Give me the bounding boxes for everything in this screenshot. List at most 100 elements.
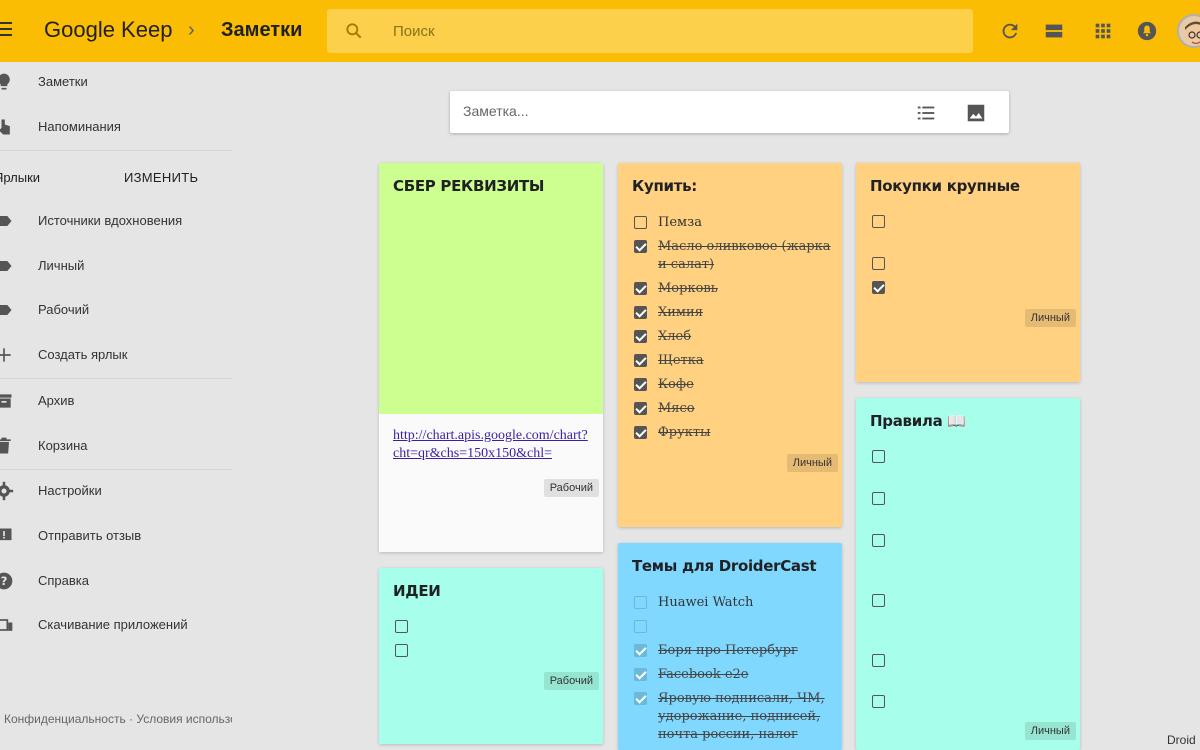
- list-item-text[interactable]: Хлеб: [658, 328, 833, 346]
- note-card-sber[interactable]: СБЕР РЕКВИЗИТЫ http://chart.apis.google.…: [379, 163, 603, 552]
- search-input[interactable]: [393, 21, 933, 41]
- sidebar-item-label: Создать ярлык: [38, 347, 128, 362]
- list-item-text[interactable]: Фрукты: [658, 424, 833, 442]
- sidebar-item-label: Напоминания: [38, 119, 121, 134]
- gear-icon: [0, 481, 14, 501]
- refresh-icon[interactable]: [999, 20, 1021, 42]
- note-title: Правила 📖: [870, 412, 966, 430]
- checkbox[interactable]: [872, 534, 885, 547]
- checkbox-checked[interactable]: [634, 644, 647, 657]
- list-item-text[interactable]: Морковь: [658, 280, 833, 298]
- apps-grid-icon[interactable]: [1092, 20, 1114, 42]
- labels-heading: Ярлыки: [0, 170, 41, 185]
- list-item-text[interactable]: Щетка: [658, 352, 833, 370]
- sidebar-item-label: Скачивание приложений: [38, 617, 188, 632]
- sidebar-item-personal[interactable]: Личный: [0, 246, 232, 286]
- note-card-big-purchases[interactable]: Покупки крупные Личный: [856, 163, 1080, 382]
- checkbox-checked[interactable]: [634, 330, 647, 343]
- navigation-drawer: Заметки Напоминания Ярлыки ИЗМЕНИТЬ Исто…: [0, 62, 240, 750]
- label-chip[interactable]: Рабочий: [543, 672, 599, 690]
- label-icon: [0, 305, 12, 315]
- take-note-placeholder[interactable]: Заметка...: [463, 103, 529, 119]
- checkbox-checked[interactable]: [634, 402, 647, 415]
- avatar-face-icon: [1185, 21, 1200, 46]
- search-icon[interactable]: [344, 21, 364, 41]
- list-item-text[interactable]: Химия: [658, 304, 833, 322]
- checkbox[interactable]: [872, 695, 885, 708]
- sidebar-item-feedback[interactable]: Отправить отзыв: [0, 516, 232, 556]
- checkbox[interactable]: [872, 450, 885, 463]
- checkbox[interactable]: [872, 492, 885, 505]
- sidebar-item-download-apps[interactable]: Скачивание приложений: [0, 605, 232, 645]
- checkbox[interactable]: [872, 594, 885, 607]
- account-avatar[interactable]: [1177, 14, 1200, 48]
- note-title: ИДЕИ: [393, 582, 441, 600]
- list-item-text[interactable]: Мясо: [658, 400, 833, 418]
- checkbox[interactable]: [395, 644, 408, 657]
- label-chip[interactable]: Личный: [786, 454, 838, 472]
- checkbox[interactable]: [634, 620, 647, 633]
- list-item-text[interactable]: Пемза: [658, 214, 833, 232]
- checkbox-checked[interactable]: [634, 240, 647, 253]
- list-item-text[interactable]: Масло оливковое (жарка и салат): [658, 238, 833, 274]
- new-list-icon[interactable]: [915, 102, 937, 124]
- image-icon[interactable]: [965, 102, 987, 124]
- reminder-icon: [0, 119, 10, 135]
- label-chip[interactable]: Личный: [1024, 722, 1076, 740]
- sidebar-item-reminders[interactable]: Напоминания: [0, 107, 232, 147]
- label-chip[interactable]: Личный: [1024, 309, 1076, 327]
- list-item-text[interactable]: Яровую подписали, ЧМ, удорожание, подпис…: [658, 690, 833, 744]
- list-item-text[interactable]: Facebook e2e: [658, 666, 833, 684]
- label-icon: [0, 216, 12, 226]
- divider: [0, 378, 232, 379]
- sidebar-item-label: Рабочий: [38, 302, 90, 317]
- checkbox[interactable]: [395, 620, 408, 633]
- sidebar-item-archive[interactable]: Архив: [0, 381, 232, 421]
- sidebar-item-inspiration[interactable]: Источники вдохновения: [0, 201, 232, 241]
- svg-text:?: ?: [1, 574, 8, 588]
- sidebar-item-label: Архив: [38, 393, 75, 408]
- checkbox[interactable]: [872, 654, 885, 667]
- checkbox[interactable]: [872, 257, 885, 270]
- note-card-droidercast[interactable]: Темы для DroiderCast Huawei Watch Боря п…: [618, 543, 842, 750]
- page-title: Заметки: [221, 19, 303, 41]
- checkbox-checked[interactable]: [634, 282, 647, 295]
- checkbox-checked[interactable]: [634, 354, 647, 367]
- feedback-icon: [0, 528, 12, 541]
- sidebar-item-settings[interactable]: Настройки: [0, 471, 232, 511]
- search-bar[interactable]: [327, 9, 973, 53]
- note-card-rules[interactable]: Правила 📖 Личный: [856, 398, 1080, 750]
- checkbox[interactable]: [872, 215, 885, 228]
- app-logo[interactable]: Google Keep: [44, 17, 172, 43]
- checkbox-checked[interactable]: [634, 692, 647, 705]
- checkbox[interactable]: [634, 596, 647, 609]
- checkbox-checked[interactable]: [634, 306, 647, 319]
- plus-icon: [0, 348, 11, 362]
- note-link[interactable]: http://chart.apis.google.com/chart?cht=q…: [393, 427, 593, 463]
- checkbox-checked[interactable]: [634, 426, 647, 439]
- note-card-buy[interactable]: Купить: Пемза Масло оливковое (жарка и с…: [618, 163, 842, 527]
- sidebar-item-label: Личный: [38, 258, 85, 273]
- sidebar-item-work[interactable]: Рабочий: [0, 290, 232, 330]
- archive-icon: [0, 394, 12, 408]
- footer-links[interactable]: Конфиденциальность · Условия использован…: [4, 712, 232, 726]
- checkbox-checked[interactable]: [872, 281, 885, 294]
- list-view-icon[interactable]: [1043, 20, 1065, 42]
- checkbox-checked[interactable]: [634, 668, 647, 681]
- hamburger-menu-icon[interactable]: [0, 22, 12, 36]
- list-item-text[interactable]: Боря про Петербург: [658, 642, 833, 660]
- note-card-ideas[interactable]: ИДЕИ Рабочий: [379, 568, 603, 744]
- checkbox[interactable]: [634, 216, 647, 229]
- sidebar-item-create-label[interactable]: Создать ярлык: [0, 335, 232, 375]
- sidebar-item-help[interactable]: ? Справка: [0, 561, 232, 601]
- label-icon: [0, 261, 12, 271]
- edit-labels-button[interactable]: ИЗМЕНИТЬ: [124, 170, 198, 185]
- notifications-bell-icon[interactable]: [1136, 20, 1158, 42]
- sidebar-item-trash[interactable]: Корзина: [0, 426, 232, 466]
- checkbox-checked[interactable]: [634, 378, 647, 391]
- label-chip[interactable]: Рабочий: [543, 479, 599, 497]
- sidebar-item-notes[interactable]: Заметки: [0, 62, 232, 102]
- note-title: Темы для DroiderCast: [632, 557, 817, 575]
- list-item-text[interactable]: Huawei Watch: [658, 594, 833, 612]
- list-item-text[interactable]: Кофе: [658, 376, 833, 394]
